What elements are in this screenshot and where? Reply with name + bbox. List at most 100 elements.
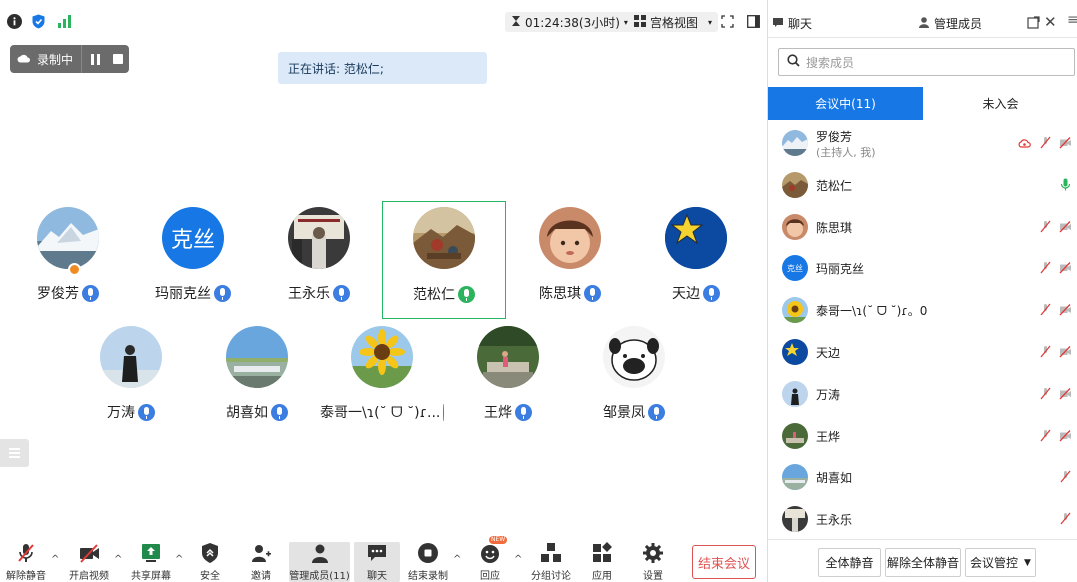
stop-recording-button[interactable] (113, 54, 124, 64)
participant-tile[interactable]: 罗俊芳 (6, 201, 130, 319)
avatar (413, 207, 475, 269)
participant-tile[interactable]: 胡喜如 (195, 320, 319, 438)
caret-up-icon[interactable]: ^ (514, 554, 522, 565)
member-row[interactable]: 天边 (768, 331, 1077, 373)
member-name: 范松仁 (816, 178, 853, 193)
security-button[interactable]: 安全 (192, 542, 228, 582)
video-off-icon[interactable] (1059, 345, 1072, 358)
member-name: 王永乐 (816, 513, 853, 528)
tab-not-joined[interactable]: 未入会 (923, 87, 1077, 120)
settings-label: 设置 (643, 571, 663, 582)
list-toggle-button[interactable] (0, 439, 29, 467)
video-off-icon[interactable] (1059, 220, 1072, 233)
avatar (782, 506, 808, 533)
microphone-muted-icon[interactable] (1059, 470, 1072, 483)
microphone-icon (443, 403, 451, 421)
pop-out-icon[interactable] (1027, 16, 1040, 32)
microphone-muted-icon[interactable] (1059, 512, 1072, 525)
tab-chat-label: 聊天 (788, 17, 813, 31)
tab-manage-members-label: 管理成员 (934, 17, 983, 31)
member-row[interactable]: 王永乐 (768, 498, 1077, 540)
caret-up-icon[interactable]: ^ (175, 554, 183, 565)
participant-tile[interactable]: 邹景凤 (572, 320, 696, 438)
member-row[interactable]: 罗俊芳 (主持人, 我) (768, 122, 1077, 164)
microphone-muted-icon[interactable] (1039, 261, 1052, 274)
video-off-icon[interactable] (1059, 387, 1072, 400)
member-row[interactable]: 克丝 玛丽克丝 (768, 247, 1077, 289)
member-list: 罗俊芳 (主持人, 我) 范松仁 陈思琪 克丝 玛丽克丝 泰哥一\ɿ(˘ ᗜ ˘… (768, 122, 1077, 540)
member-search-input[interactable]: 搜索成员 (778, 48, 1075, 76)
microphone-muted-icon[interactable] (1039, 387, 1052, 400)
microphone-muted-icon[interactable] (1039, 303, 1052, 316)
tab-chat[interactable]: 聊天 (772, 15, 812, 32)
participant-tile[interactable]: 陈思琪 (508, 201, 632, 319)
end-meeting-button[interactable]: 结束会议 (692, 545, 756, 579)
member-row[interactable]: 范松仁 (768, 164, 1077, 206)
unmute-button[interactable]: 解除静音 (6, 542, 46, 582)
more-menu-icon[interactable]: ≡ (1067, 12, 1077, 28)
invite-button[interactable]: 邀请 (243, 542, 279, 582)
meeting-main-area: 01:24:38(3小时) ▾ 宫格视图 ▾ 录制中 正在讲话: 范松仁; 罗俊… (0, 0, 767, 582)
microphone-muted-icon[interactable] (1039, 345, 1052, 358)
info-icon[interactable] (7, 14, 22, 29)
video-off-icon[interactable] (1059, 303, 1072, 316)
sidebar-toggle-icon[interactable] (747, 15, 760, 28)
member-name: 万涛 (816, 387, 841, 402)
caret-up-icon[interactable]: ^ (51, 554, 59, 565)
reaction-label: 回应 (480, 571, 500, 582)
unmute-all-button[interactable]: 解除全体静音 (885, 548, 961, 577)
participant-tile[interactable]: 王永乐 (257, 201, 381, 319)
close-icon[interactable]: ✕ (1044, 13, 1057, 31)
video-off-icon[interactable] (1059, 136, 1072, 149)
participant-tile[interactable]: 克丝 玛丽克丝 (131, 201, 255, 319)
meeting-timer[interactable]: 01:24:38(3小时) ▾ (505, 12, 634, 32)
recording-label: 录制中 (37, 52, 74, 67)
meeting-control-dropdown[interactable]: 会议管控 ▼ (965, 548, 1036, 577)
panel-tabs: 聊天 管理成员 ✕ ≡ (768, 8, 1077, 38)
participant-tile[interactable]: 泰哥一\ɿ(˘ ᗜ ˘)ɾ... (320, 320, 451, 438)
microphone-muted-icon[interactable] (1039, 220, 1052, 233)
start-video-button[interactable]: 开启视频 (66, 542, 112, 582)
mute-all-button[interactable]: 全体静音 (818, 548, 881, 577)
share-screen-button[interactable]: 共享屏幕 (128, 542, 174, 582)
member-name: 王烨 (816, 429, 841, 444)
member-status-tabs: 会议中(11) 未入会 (768, 87, 1077, 120)
pause-recording-button[interactable] (91, 53, 101, 65)
apps-button[interactable]: 应用 (585, 542, 619, 582)
participant-tile[interactable]: 万涛 (69, 320, 193, 438)
shield-icon[interactable] (31, 14, 46, 29)
member-row[interactable]: 万涛 (768, 373, 1077, 415)
signal-strength-icon[interactable] (57, 14, 72, 29)
view-selector[interactable]: 宫格视图 ▾ (628, 12, 719, 32)
member-row[interactable]: 胡喜如 (768, 456, 1077, 498)
caret-up-icon[interactable]: ^ (114, 554, 122, 565)
meeting-toolbar: 解除静音 ^ 开启视频 ^ 共享屏幕 ^ 安全 邀请 管理成员(11) 聊天 结… (0, 536, 767, 582)
video-off-icon[interactable] (1059, 261, 1072, 274)
reaction-button[interactable]: NEW 回应 (474, 536, 508, 582)
stop-recording-toolbar-button[interactable]: 结束录制 (407, 542, 449, 582)
microphone-speaking-icon[interactable] (1059, 178, 1072, 191)
fullscreen-icon[interactable] (721, 15, 734, 28)
microphone-icon (214, 284, 231, 302)
microphone-muted-icon[interactable] (1039, 429, 1052, 442)
breakout-label: 分组讨论 (531, 571, 571, 582)
video-off-icon[interactable] (1059, 429, 1072, 442)
member-row[interactable]: 王烨 (768, 415, 1077, 457)
participant-name: 泰哥一\ɿ(˘ ᗜ ˘)ɾ... (320, 405, 441, 421)
member-name: 胡喜如 (816, 471, 853, 486)
manage-members-button[interactable]: 管理成员(11) (289, 542, 350, 582)
avatar (782, 338, 808, 365)
chat-button[interactable]: 聊天 (354, 542, 400, 582)
start-video-label: 开启视频 (69, 571, 109, 582)
tab-in-meeting[interactable]: 会议中(11) (768, 87, 923, 120)
participant-tile[interactable]: 天边 (634, 201, 758, 319)
tab-manage-members[interactable]: 管理成员 (918, 15, 982, 32)
settings-button[interactable]: 设置 (636, 542, 670, 582)
participant-tile-active-speaker[interactable]: 范松仁 (382, 201, 506, 319)
microphone-muted-icon[interactable] (1039, 136, 1052, 149)
participant-tile[interactable]: 王烨 (446, 320, 570, 438)
breakout-rooms-button[interactable]: 分组讨论 (530, 542, 572, 582)
member-row[interactable]: 泰哥一\ɿ(˘ ᗜ ˘)ɾ。0 (768, 289, 1077, 331)
caret-up-icon[interactable]: ^ (453, 554, 461, 565)
member-row[interactable]: 陈思琪 (768, 206, 1077, 248)
